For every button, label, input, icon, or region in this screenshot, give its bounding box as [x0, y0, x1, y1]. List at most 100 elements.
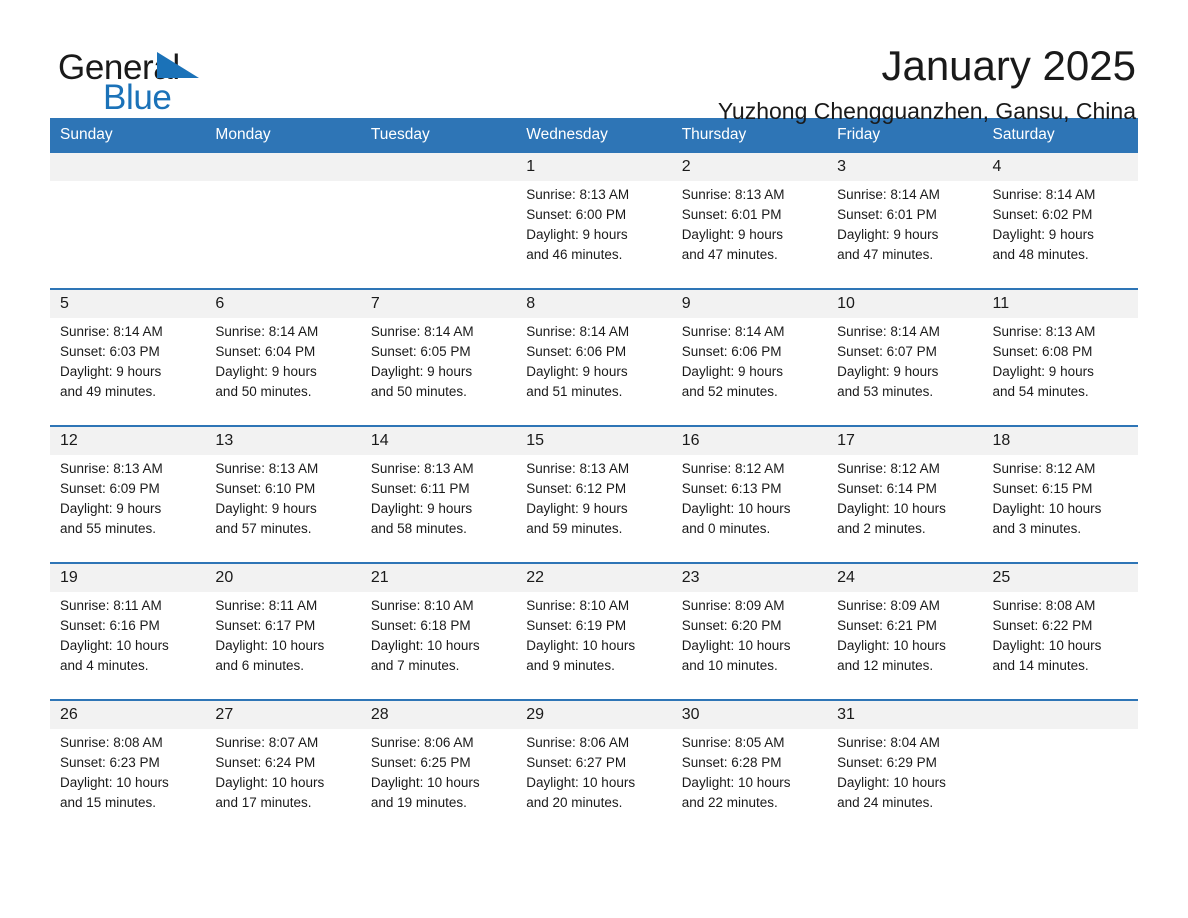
day-number-7[interactable]: 7 [360, 290, 517, 318]
daylight-text-line2: and 19 minutes. [370, 795, 467, 810]
day-number-26[interactable]: 26 [50, 701, 206, 729]
daylight-text-line2: and 9 minutes. [526, 658, 615, 673]
day-cell-16[interactable]: Sunrise: 8:12 AM Sunset: 6:13 PM Daylight:… [671, 455, 828, 553]
daylight-text-line1: Daylight: 9 hours [370, 501, 473, 516]
daylight-text-line1: Daylight: 9 hours [370, 364, 473, 379]
daylight-text-line2: and 15 minutes. [60, 795, 157, 810]
daylight-text-line1: Daylight: 10 hours [526, 775, 636, 790]
day-number-20[interactable]: 20 [205, 564, 361, 592]
day-number-14[interactable]: 14 [360, 427, 517, 455]
day-number-8[interactable]: 8 [516, 290, 672, 318]
day-number-30[interactable]: 30 [671, 701, 828, 729]
day-cell-empty [205, 181, 361, 279]
day-number-23[interactable]: 23 [671, 564, 828, 592]
day-number-3[interactable]: 3 [827, 153, 983, 181]
day-number-24[interactable]: 24 [827, 564, 983, 592]
day-number-1[interactable]: 1 [516, 153, 672, 181]
day-cell-5[interactable]: Sunrise: 8:14 AM Sunset: 6:03 PM Daylight:… [50, 318, 206, 416]
daylight-text-line2: and 50 minutes. [370, 384, 467, 399]
day-info-row: Sunrise: 8:13 AM Sunset: 6:00 PM Daylight:… [50, 181, 1138, 279]
day-cell-7[interactable]: Sunrise: 8:14 AM Sunset: 6:05 PM Daylight:… [360, 318, 517, 416]
day-cell-26[interactable]: Sunrise: 8:08 AM Sunset: 6:23 PM Daylight:… [50, 729, 206, 827]
day-cell-27[interactable]: Sunrise: 8:07 AM Sunset: 6:24 PM Daylight:… [205, 729, 361, 827]
week-spacer [50, 690, 1138, 699]
day-cell-14[interactable]: Sunrise: 8:13 AM Sunset: 6:11 PM Daylight:… [360, 455, 517, 553]
day-cell-23[interactable]: Sunrise: 8:09 AM Sunset: 6:20 PM Daylight:… [671, 592, 828, 690]
weekday-header-sunday: Sunday [50, 118, 206, 153]
day-cell-1[interactable]: Sunrise: 8:13 AM Sunset: 6:00 PM Daylight:… [516, 181, 672, 279]
day-cell-11[interactable]: Sunrise: 8:13 AM Sunset: 6:08 PM Daylight:… [982, 318, 1138, 416]
day-number-31[interactable]: 31 [827, 701, 983, 729]
day-cell-8[interactable]: Sunrise: 8:14 AM Sunset: 6:06 PM Daylight:… [516, 318, 672, 416]
day-cell-4[interactable]: Sunrise: 8:14 AM Sunset: 6:02 PM Daylight:… [982, 181, 1138, 279]
day-number-25[interactable]: 25 [982, 564, 1138, 592]
day-number-11[interactable]: 11 [982, 290, 1138, 318]
day-cell-empty [360, 181, 517, 279]
day-number-4[interactable]: 4 [982, 153, 1138, 181]
day-number-6[interactable]: 6 [205, 290, 361, 318]
week-spacer [50, 279, 1138, 288]
day-number-9[interactable]: 9 [671, 290, 828, 318]
day-cell-10[interactable]: Sunrise: 8:14 AM Sunset: 6:07 PM Daylight:… [827, 318, 983, 416]
daylight-text-line1: Daylight: 10 hours [526, 638, 636, 653]
day-cell-12[interactable]: Sunrise: 8:13 AM Sunset: 6:09 PM Daylight:… [50, 455, 206, 553]
day-cell-29[interactable]: Sunrise: 8:06 AM Sunset: 6:27 PM Daylight:… [516, 729, 672, 827]
day-cell-28[interactable]: Sunrise: 8:06 AM Sunset: 6:25 PM Daylight:… [360, 729, 517, 827]
sunrise-text: Sunrise: 8:14 AM [992, 187, 1096, 202]
day-cell-31[interactable]: Sunrise: 8:04 AM Sunset: 6:29 PM Daylight:… [827, 729, 983, 827]
sunset-text: Sunset: 6:05 PM [370, 344, 471, 359]
day-number-12[interactable]: 12 [50, 427, 206, 455]
sunset-text: Sunset: 6:06 PM [526, 344, 627, 359]
week-spacer [50, 553, 1138, 562]
day-number-22[interactable]: 22 [516, 564, 672, 592]
day-number-28[interactable]: 28 [360, 701, 517, 729]
day-number-21[interactable]: 21 [360, 564, 517, 592]
day-cell-6[interactable]: Sunrise: 8:14 AM Sunset: 6:04 PM Daylight:… [205, 318, 361, 416]
day-number-13[interactable]: 13 [205, 427, 361, 455]
day-cell-13[interactable]: Sunrise: 8:13 AM Sunset: 6:10 PM Daylight:… [205, 455, 361, 553]
sunrise-text: Sunrise: 8:12 AM [837, 461, 940, 476]
day-cell-21[interactable]: Sunrise: 8:10 AM Sunset: 6:18 PM Daylight:… [360, 592, 517, 690]
day-cell-9[interactable]: Sunrise: 8:14 AM Sunset: 6:06 PM Daylight:… [671, 318, 828, 416]
sunrise-text: Sunrise: 8:13 AM [992, 324, 1096, 339]
day-number-29[interactable]: 29 [516, 701, 672, 729]
day-cell-19[interactable]: Sunrise: 8:11 AM Sunset: 6:16 PM Daylight:… [50, 592, 206, 690]
day-cell-15[interactable]: Sunrise: 8:13 AM Sunset: 6:12 PM Daylight:… [516, 455, 672, 553]
day-cell-24[interactable]: Sunrise: 8:09 AM Sunset: 6:21 PM Daylight:… [827, 592, 983, 690]
day-cell-30[interactable]: Sunrise: 8:05 AM Sunset: 6:28 PM Daylight:… [671, 729, 828, 827]
daylight-text-line2: and 59 minutes. [526, 521, 623, 536]
day-number-5[interactable]: 5 [50, 290, 206, 318]
day-number-16[interactable]: 16 [671, 427, 828, 455]
sunrise-text: Sunrise: 8:13 AM [370, 461, 474, 476]
daylight-text-line2: and 48 minutes. [992, 247, 1089, 262]
sunrise-text: Sunrise: 8:13 AM [681, 187, 785, 202]
day-number-empty [50, 153, 206, 181]
sunset-text: Sunset: 6:11 PM [370, 481, 470, 496]
day-cell-17[interactable]: Sunrise: 8:12 AM Sunset: 6:14 PM Daylight:… [827, 455, 983, 553]
day-cell-3[interactable]: Sunrise: 8:14 AM Sunset: 6:01 PM Daylight:… [827, 181, 983, 279]
sunrise-text: Sunrise: 8:13 AM [526, 187, 630, 202]
daylight-text-line1: Daylight: 9 hours [526, 364, 628, 379]
sunrise-text: Sunrise: 8:08 AM [992, 598, 1096, 613]
day-cell-25[interactable]: Sunrise: 8:08 AM Sunset: 6:22 PM Daylight:… [982, 592, 1138, 690]
daylight-text-line2: and 12 minutes. [837, 658, 934, 673]
daylight-text-line1: Daylight: 9 hours [992, 364, 1094, 379]
day-cell-2[interactable]: Sunrise: 8:13 AM Sunset: 6:01 PM Daylight:… [671, 181, 828, 279]
daylight-text-line2: and 53 minutes. [837, 384, 934, 399]
day-number-2[interactable]: 2 [671, 153, 828, 181]
daylight-text-line1: Daylight: 10 hours [370, 638, 480, 653]
day-cell-20[interactable]: Sunrise: 8:11 AM Sunset: 6:17 PM Daylight:… [205, 592, 361, 690]
day-number-10[interactable]: 10 [827, 290, 983, 318]
daylight-text-line2: and 50 minutes. [215, 384, 312, 399]
day-number-19[interactable]: 19 [50, 564, 206, 592]
day-number-27[interactable]: 27 [205, 701, 361, 729]
weekday-header-monday: Monday [205, 118, 361, 153]
sunrise-text: Sunrise: 8:13 AM [60, 461, 163, 476]
day-cell-22[interactable]: Sunrise: 8:10 AM Sunset: 6:19 PM Daylight:… [516, 592, 672, 690]
day-cell-18[interactable]: Sunrise: 8:12 AM Sunset: 6:15 PM Daylight:… [982, 455, 1138, 553]
daylight-text-line2: and 2 minutes. [837, 521, 926, 536]
day-number-17[interactable]: 17 [827, 427, 983, 455]
day-number-15[interactable]: 15 [516, 427, 672, 455]
sunrise-text: Sunrise: 8:14 AM [370, 324, 474, 339]
day-number-18[interactable]: 18 [982, 427, 1138, 455]
